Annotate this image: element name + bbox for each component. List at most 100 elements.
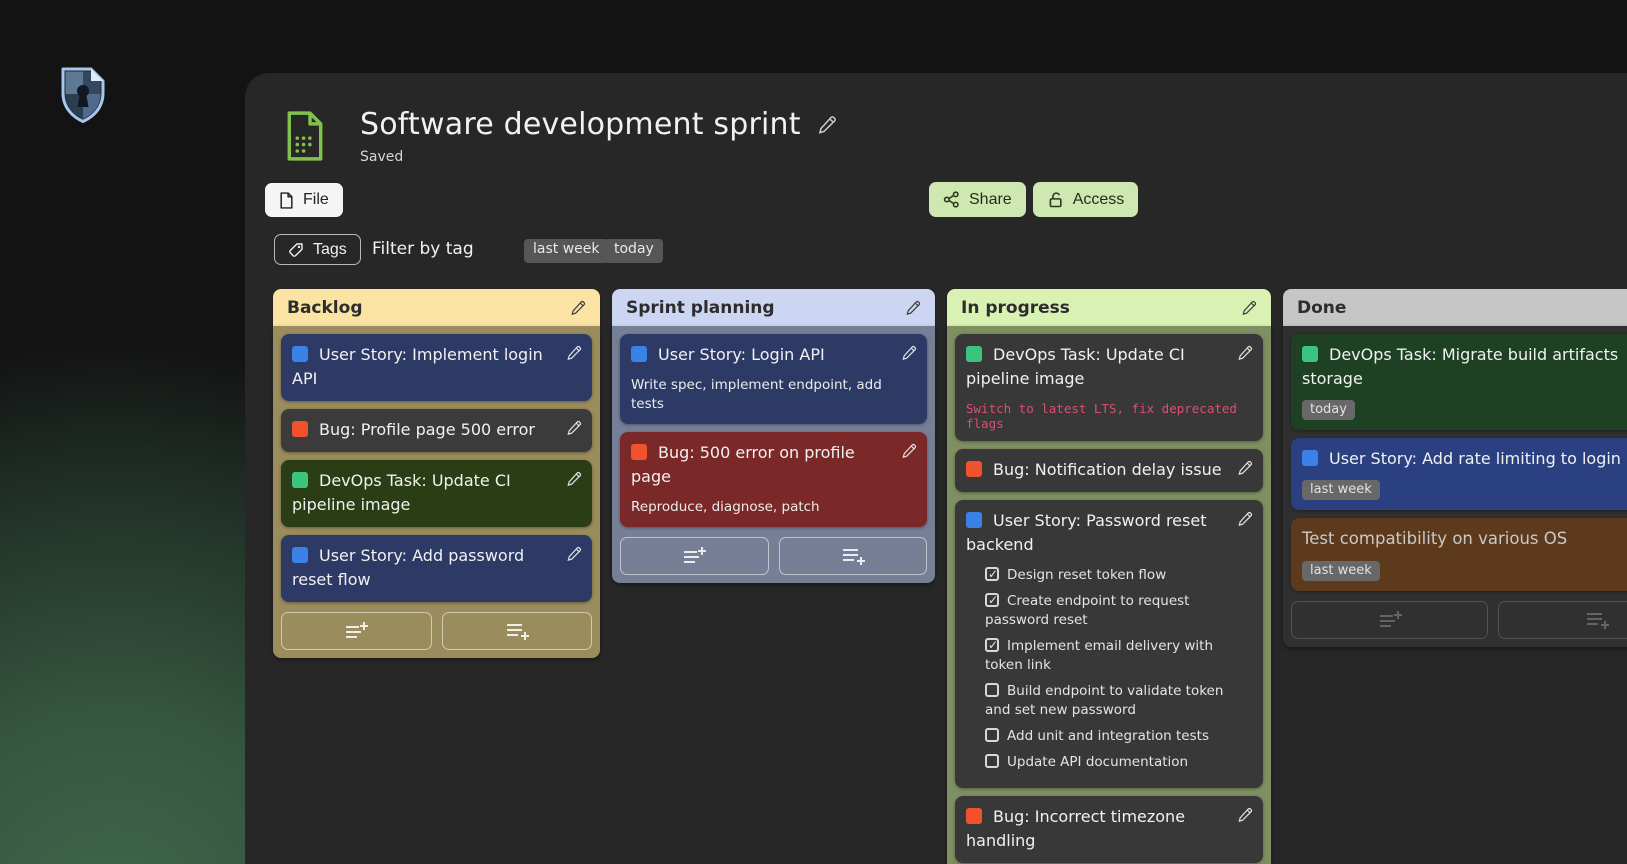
document-icon — [279, 192, 294, 209]
checklist-item-label: Add unit and integration tests — [1007, 728, 1209, 744]
column-backlog-body: User Story: Implement login API Bug: Pro… — [273, 326, 600, 658]
file-menu-button[interactable]: File — [265, 183, 343, 217]
save-status: Saved — [360, 149, 837, 165]
file-menu-label: File — [303, 191, 329, 209]
card-title: User Story: Implement login API — [292, 345, 543, 388]
tags-button[interactable]: Tags — [274, 234, 361, 265]
edit-card-pencil-icon[interactable] — [566, 546, 582, 562]
access-button[interactable]: Access — [1033, 182, 1139, 217]
kanban-card[interactable]: Bug: Profile page 500 error — [281, 409, 592, 452]
edit-card-pencil-icon[interactable] — [901, 443, 917, 459]
card-title: Test compatibility on various OS — [1302, 529, 1567, 548]
column-done: Done DevOps Task: Migrate build artifact… — [1283, 289, 1627, 647]
share-button-label: Share — [969, 191, 1012, 209]
checklist-item-label: Update API documentation — [1007, 754, 1188, 770]
checklist-item: Build endpoint to validate token and set… — [985, 682, 1251, 721]
edit-card-pencil-icon[interactable] — [1237, 511, 1253, 527]
add-card-bottom-button[interactable] — [1498, 601, 1627, 639]
add-card-top-button[interactable] — [281, 612, 432, 650]
card-tags: last week — [1302, 559, 1627, 581]
card-checklist: Design reset token flow Create endpoint … — [985, 566, 1251, 772]
checklist-item: Implement email delivery with token link — [985, 637, 1251, 676]
card-title: DevOps Task: Update CI pipeline image — [292, 471, 511, 514]
edit-card-pencil-icon[interactable] — [1237, 460, 1253, 476]
checkbox[interactable] — [985, 683, 999, 697]
kanban-card[interactable]: User Story: Implement login API — [281, 334, 592, 401]
checkbox[interactable] — [985, 728, 999, 742]
kanban-card[interactable]: User Story: Password reset backend Desig… — [955, 500, 1263, 788]
checklist-item-label: Design reset token flow — [1007, 567, 1166, 583]
checkbox[interactable] — [985, 567, 999, 581]
edit-card-pencil-icon[interactable] — [1237, 807, 1253, 823]
checkbox[interactable] — [985, 754, 999, 768]
edit-card-pencil-icon[interactable] — [1237, 345, 1253, 361]
card-tag-last-week[interactable]: last week — [1302, 561, 1380, 581]
checklist-item: Add unit and integration tests — [985, 727, 1251, 747]
card-title: Bug: Notification delay issue — [993, 460, 1222, 479]
edit-card-pencil-icon[interactable] — [566, 420, 582, 436]
card-color-badge — [631, 346, 647, 362]
card-title: Bug: Profile page 500 error — [319, 420, 535, 439]
kanban-card[interactable]: Bug: Notification delay issue — [955, 449, 1263, 492]
kanban-card[interactable]: DevOps Task: Update CI pipeline image Sw… — [955, 334, 1263, 441]
add-card-top-button[interactable] — [1291, 601, 1488, 639]
checklist-item: Create endpoint to request password rese… — [985, 592, 1251, 631]
edit-card-pencil-icon[interactable] — [566, 345, 582, 361]
kanban-card[interactable]: User Story: Login API Write spec, implem… — [620, 334, 927, 424]
filter-tag-last-week[interactable]: last week — [524, 239, 609, 263]
kanban-card[interactable]: Test compatibility on various OS last we… — [1291, 518, 1627, 591]
kanban-card[interactable]: DevOps Task: Update CI pipeline image — [281, 460, 592, 527]
document-header: Software development sprint Saved — [285, 107, 837, 165]
column-done-header[interactable]: Done — [1283, 289, 1627, 326]
card-description: Write spec, implement endpoint, add test… — [631, 376, 915, 414]
column-in-progress-body: DevOps Task: Update CI pipeline image Sw… — [947, 326, 1271, 864]
add-card-bottom-button[interactable] — [442, 612, 593, 650]
edit-card-pencil-icon[interactable] — [566, 471, 582, 487]
checkbox[interactable] — [985, 638, 999, 652]
edit-title-pencil-icon[interactable] — [817, 115, 837, 135]
card-color-badge — [1302, 450, 1318, 466]
kanban-card[interactable]: Bug: 500 error on profile page Reproduce… — [620, 432, 927, 527]
access-button-label: Access — [1073, 191, 1125, 209]
column-title: Backlog — [287, 298, 363, 318]
filter-tag-today[interactable]: today — [605, 239, 663, 263]
card-color-badge — [966, 512, 982, 528]
edit-column-pencil-icon[interactable] — [1241, 300, 1257, 316]
column-backlog-header[interactable]: Backlog — [273, 289, 600, 326]
add-card-top-button[interactable] — [620, 537, 769, 575]
kanban-card[interactable]: Bug: Incorrect timezone handling — [955, 796, 1263, 863]
checkbox[interactable] — [985, 593, 999, 607]
edit-column-pencil-icon[interactable] — [570, 300, 586, 316]
kanban-card[interactable]: User Story: Add password reset flow — [281, 535, 592, 602]
column-title: In progress — [961, 298, 1070, 318]
card-description: Reproduce, diagnose, patch — [631, 498, 915, 517]
add-card-bottom-button[interactable] — [779, 537, 928, 575]
document-title: Software development sprint — [360, 107, 801, 142]
kanban-card[interactable]: DevOps Task: Migrate build artifacts sto… — [1291, 334, 1627, 430]
card-tags: today — [1302, 398, 1627, 420]
card-title: User Story: Add password reset flow — [292, 546, 524, 589]
column-sprint-planning-body: User Story: Login API Write spec, implem… — [612, 326, 935, 583]
share-nodes-icon — [943, 191, 960, 208]
card-tag-last-week[interactable]: last week — [1302, 480, 1380, 500]
kanban-app-panel: Software development sprint Saved File — [245, 73, 1627, 864]
card-title: User Story: Login API — [658, 345, 825, 364]
checklist-item: Update API documentation — [985, 753, 1251, 773]
column-in-progress: In progress DevOps Task: Update CI pipel… — [947, 289, 1271, 864]
tags-button-label: Tags — [313, 241, 347, 259]
share-button[interactable]: Share — [929, 182, 1026, 217]
edit-column-pencil-icon[interactable] — [905, 300, 921, 316]
shield-keyhole-logo — [56, 62, 110, 126]
add-card-bottom-icon — [503, 620, 531, 642]
card-tag-today[interactable]: today — [1302, 400, 1355, 420]
card-color-badge — [966, 461, 982, 477]
card-code-description: Switch to latest LTS, fix deprecated fla… — [966, 401, 1251, 431]
column-title: Done — [1297, 298, 1346, 318]
column-done-body: DevOps Task: Migrate build artifacts sto… — [1283, 326, 1627, 647]
card-color-badge — [631, 444, 647, 460]
edit-card-pencil-icon[interactable] — [901, 345, 917, 361]
card-title: Bug: Incorrect timezone handling — [966, 807, 1185, 850]
column-sprint-planning-header[interactable]: Sprint planning — [612, 289, 935, 326]
kanban-card[interactable]: User Story: Add rate limiting to login l… — [1291, 438, 1627, 510]
column-in-progress-header[interactable]: In progress — [947, 289, 1271, 326]
